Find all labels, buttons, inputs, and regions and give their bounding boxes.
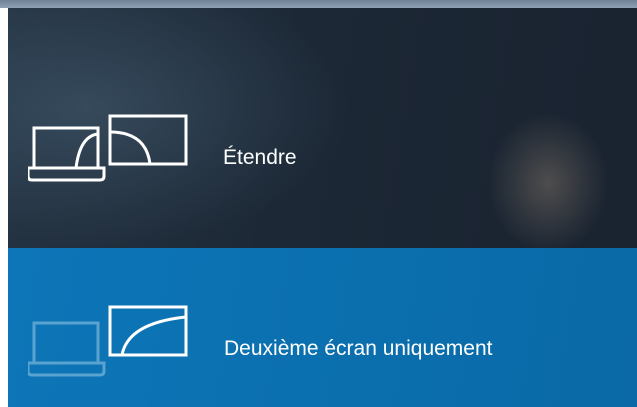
extend-display-icon bbox=[28, 114, 188, 182]
option-extend-label: Étendre bbox=[223, 146, 297, 169]
option-second-screen-only[interactable]: Deuxième écran uniquement bbox=[8, 248, 637, 407]
window-top-edge bbox=[0, 0, 637, 8]
option-second-screen-only-label: Deuxième écran uniquement bbox=[224, 337, 493, 360]
project-flyout: Étendre Deuxième écran uniquement bbox=[0, 0, 637, 407]
project-options-panel: Étendre Deuxième écran uniquement bbox=[8, 8, 637, 407]
option-extend[interactable]: Étendre bbox=[8, 8, 637, 248]
second-screen-only-icon bbox=[28, 305, 188, 377]
